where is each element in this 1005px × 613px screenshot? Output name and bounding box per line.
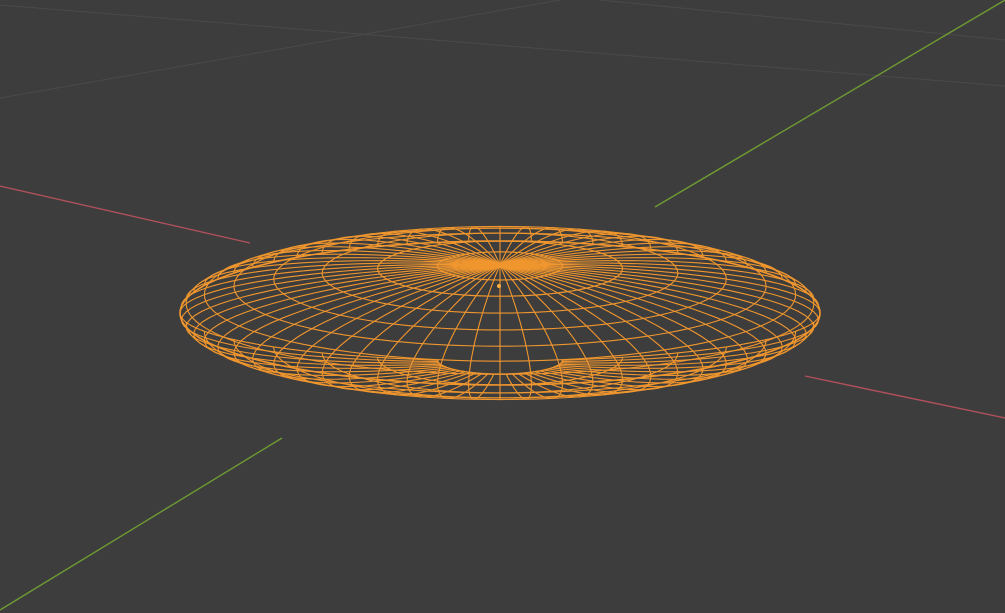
object-origin-dot[interactable] bbox=[497, 284, 501, 288]
floor-grid bbox=[0, 0, 1005, 99]
3d-viewport[interactable] bbox=[0, 0, 1005, 613]
viewport-canvas[interactable] bbox=[0, 0, 1005, 613]
grid-line bbox=[0, 4, 1005, 87]
grid-line bbox=[599, 0, 1005, 41]
grid-line bbox=[0, 0, 561, 99]
x-axis-line bbox=[804, 375, 1005, 419]
y-axis-line bbox=[0, 437, 283, 611]
sphere-mesh-wireframe[interactable] bbox=[179, 225, 821, 401]
mesh-edge bbox=[406, 264, 501, 398]
x-axis-line bbox=[0, 185, 251, 244]
world-axes bbox=[0, 0, 1005, 611]
y-axis-line bbox=[654, 0, 1005, 208]
mesh-edge bbox=[180, 263, 501, 307]
mesh-edge bbox=[499, 264, 594, 398]
mesh-edge bbox=[499, 263, 820, 307]
